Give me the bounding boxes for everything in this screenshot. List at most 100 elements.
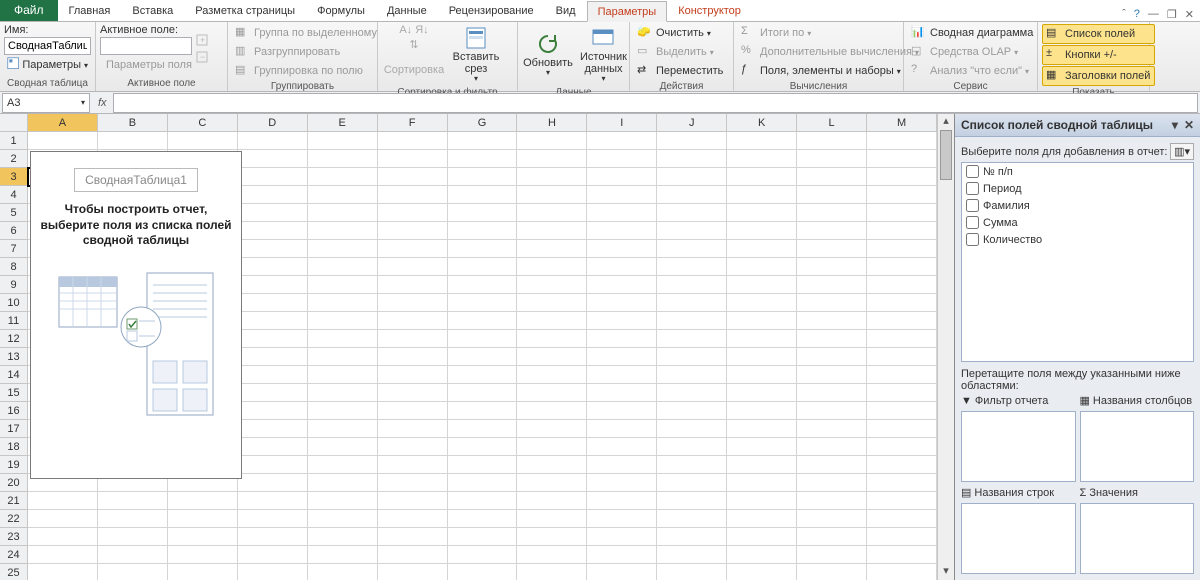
taskpane-close-icon[interactable]: ✕ <box>1184 118 1194 132</box>
cell[interactable] <box>727 348 797 366</box>
cell[interactable] <box>98 492 168 510</box>
cell[interactable] <box>238 510 308 528</box>
row-header[interactable]: 10 <box>0 294 28 312</box>
cell[interactable] <box>448 186 518 204</box>
cell[interactable] <box>238 294 308 312</box>
field-item[interactable]: Период <box>962 180 1193 197</box>
active-field-input[interactable] <box>100 37 192 55</box>
cell[interactable] <box>28 510 98 528</box>
cell[interactable] <box>378 474 448 492</box>
tab-page-layout[interactable]: Разметка страницы <box>184 0 306 21</box>
cell[interactable] <box>238 402 308 420</box>
cell[interactable] <box>657 258 727 276</box>
move-button[interactable]: ⇄Переместить <box>634 62 726 80</box>
cell[interactable] <box>378 402 448 420</box>
pivot-options-button[interactable]: Параметры ▾ <box>4 56 91 74</box>
cell[interactable] <box>448 366 518 384</box>
cell[interactable] <box>517 312 587 330</box>
cell[interactable] <box>727 312 797 330</box>
row-header[interactable]: 4 <box>0 186 28 204</box>
cell[interactable] <box>448 258 518 276</box>
cell[interactable] <box>517 168 587 186</box>
cell[interactable] <box>517 204 587 222</box>
cell[interactable] <box>378 186 448 204</box>
cell[interactable] <box>867 204 937 222</box>
tab-review[interactable]: Рецензирование <box>438 0 545 21</box>
cell[interactable] <box>517 240 587 258</box>
tab-home[interactable]: Главная <box>58 0 122 21</box>
cell[interactable] <box>797 348 867 366</box>
cell[interactable] <box>238 528 308 546</box>
cell[interactable] <box>308 438 378 456</box>
cell[interactable] <box>867 420 937 438</box>
cell[interactable] <box>867 240 937 258</box>
field-checkbox[interactable] <box>966 165 979 178</box>
cell[interactable] <box>657 492 727 510</box>
tab-data[interactable]: Данные <box>376 0 438 21</box>
field-item[interactable]: Фамилия <box>962 197 1193 214</box>
cell[interactable] <box>867 438 937 456</box>
cell[interactable] <box>587 258 657 276</box>
sort-button[interactable]: ⇅ Сортировка <box>382 37 446 78</box>
cell[interactable] <box>308 312 378 330</box>
sort-desc-icon[interactable]: Я↓ <box>415 24 428 36</box>
cell[interactable] <box>587 222 657 240</box>
cell[interactable] <box>867 132 937 150</box>
cell[interactable] <box>797 402 867 420</box>
cell[interactable] <box>587 510 657 528</box>
cell[interactable] <box>797 168 867 186</box>
cell[interactable] <box>657 204 727 222</box>
cell[interactable] <box>308 150 378 168</box>
tab-formulas[interactable]: Формулы <box>306 0 376 21</box>
cell[interactable] <box>448 384 518 402</box>
cell[interactable] <box>238 564 308 580</box>
cell[interactable] <box>657 420 727 438</box>
cell[interactable] <box>378 150 448 168</box>
cell[interactable] <box>308 168 378 186</box>
cell[interactable] <box>797 240 867 258</box>
cell[interactable] <box>797 420 867 438</box>
cell[interactable] <box>867 546 937 564</box>
cell[interactable] <box>168 528 238 546</box>
cell[interactable] <box>657 312 727 330</box>
scroll-thumb[interactable] <box>940 130 952 180</box>
cell[interactable] <box>238 366 308 384</box>
cell[interactable] <box>238 438 308 456</box>
refresh-button[interactable]: Обновить ▾ <box>522 24 574 86</box>
cell[interactable] <box>587 204 657 222</box>
cell[interactable] <box>867 366 937 384</box>
cell[interactable] <box>448 204 518 222</box>
row-header[interactable]: 8 <box>0 258 28 276</box>
zone-values[interactable] <box>1080 503 1195 574</box>
column-header[interactable]: D <box>238 114 308 132</box>
cell[interactable] <box>797 474 867 492</box>
cell[interactable] <box>797 438 867 456</box>
cell[interactable] <box>867 258 937 276</box>
cell[interactable] <box>587 312 657 330</box>
cell[interactable] <box>867 402 937 420</box>
row-header[interactable]: 9 <box>0 276 28 294</box>
cell[interactable] <box>867 384 937 402</box>
cell[interactable] <box>308 132 378 150</box>
cell[interactable] <box>797 528 867 546</box>
cell[interactable] <box>587 186 657 204</box>
cell[interactable] <box>797 492 867 510</box>
show-values-as-button[interactable]: %Дополнительные вычисления ▾ <box>738 43 922 61</box>
cell[interactable] <box>98 510 168 528</box>
cell[interactable] <box>168 564 238 580</box>
cell[interactable] <box>587 330 657 348</box>
cell[interactable] <box>797 546 867 564</box>
cell[interactable] <box>448 564 518 580</box>
cell[interactable] <box>378 222 448 240</box>
data-source-button[interactable]: Источник данных ▾ <box>578 24 629 86</box>
field-checkbox[interactable] <box>966 182 979 195</box>
cell[interactable] <box>238 474 308 492</box>
cell[interactable] <box>168 510 238 528</box>
cell[interactable] <box>657 384 727 402</box>
cell[interactable] <box>28 528 98 546</box>
cell[interactable] <box>308 402 378 420</box>
cell[interactable] <box>448 420 518 438</box>
column-headers[interactable]: ABCDEFGHIJKLM <box>28 114 937 132</box>
cell[interactable] <box>378 276 448 294</box>
row-header[interactable]: 7 <box>0 240 28 258</box>
